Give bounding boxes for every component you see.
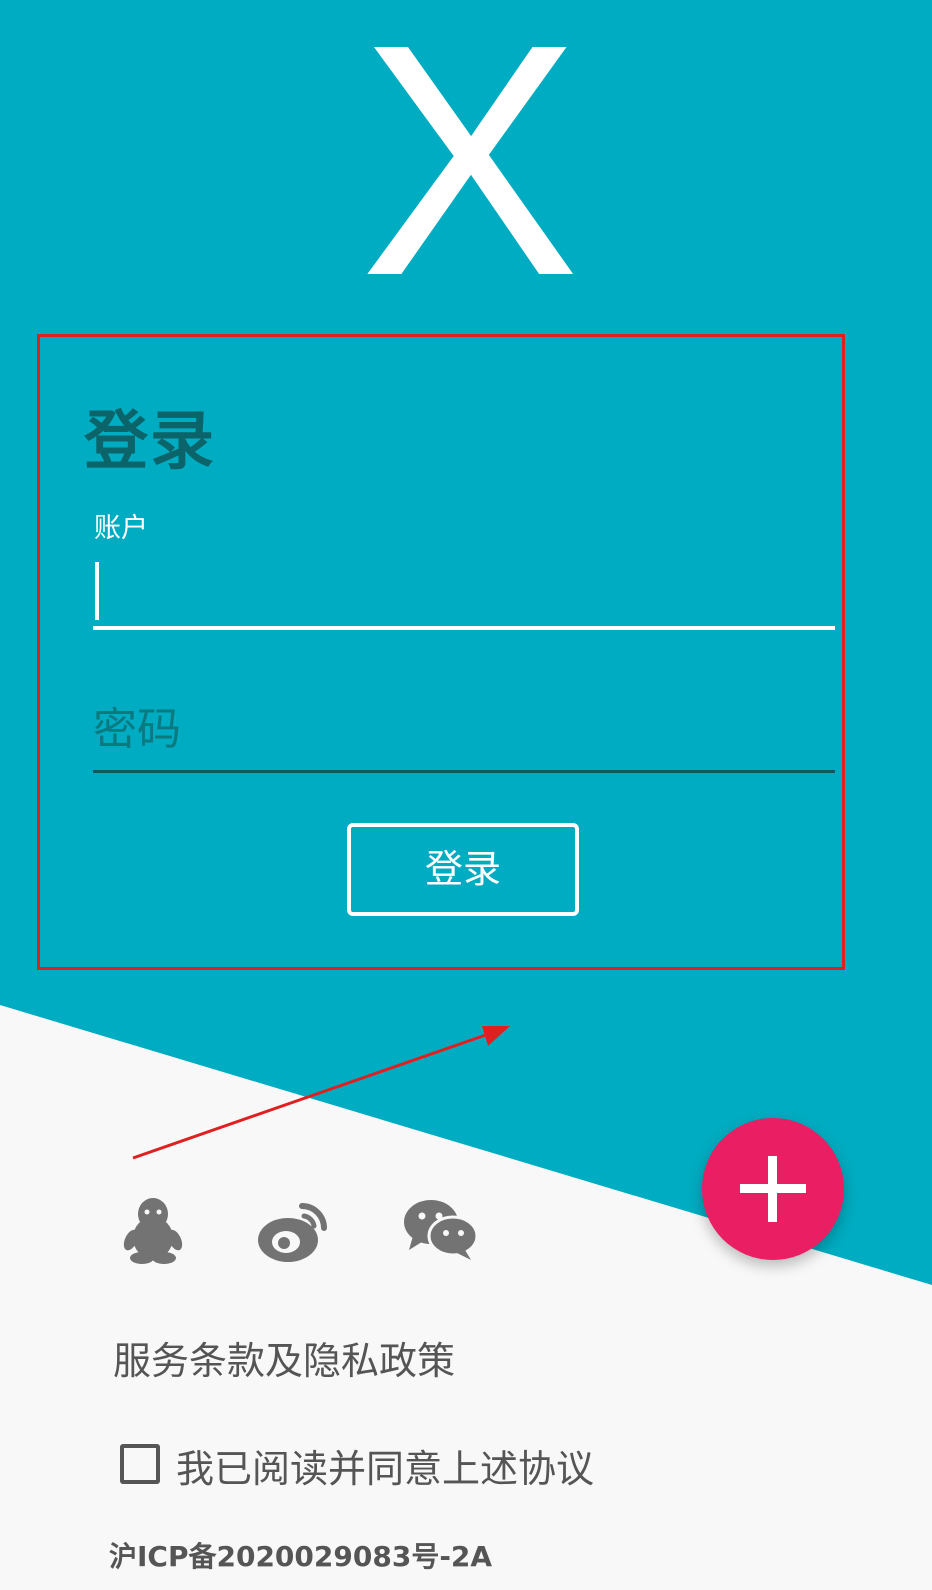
wechat-login-button[interactable]	[403, 1198, 479, 1264]
text-caret	[95, 562, 99, 620]
login-title: 登录	[84, 405, 216, 479]
password-placeholder: 密码	[93, 704, 181, 755]
weibo-login-button[interactable]	[256, 1196, 332, 1270]
add-fab-button[interactable]	[702, 1118, 844, 1260]
agree-checkbox[interactable]	[120, 1444, 160, 1484]
login-button[interactable]: 登录	[347, 823, 579, 916]
account-label: 账户	[94, 513, 148, 544]
terms-privacy-link[interactable]: 服务条款及隐私政策	[113, 1330, 455, 1385]
icp-record: 沪ICP备2020029083号-2A	[109, 1540, 493, 1573]
qq-login-button[interactable]	[118, 1196, 188, 1270]
agree-label: 我已阅读并同意上述协议	[176, 1447, 595, 1491]
wechat-icon	[404, 1200, 479, 1260]
weibo-icon	[258, 1203, 327, 1262]
account-input[interactable]	[93, 558, 835, 630]
app-logo: X	[359, 0, 581, 344]
qq-icon	[123, 1198, 183, 1264]
plus-icon	[740, 1156, 806, 1222]
password-input[interactable]: 密码	[93, 696, 835, 773]
